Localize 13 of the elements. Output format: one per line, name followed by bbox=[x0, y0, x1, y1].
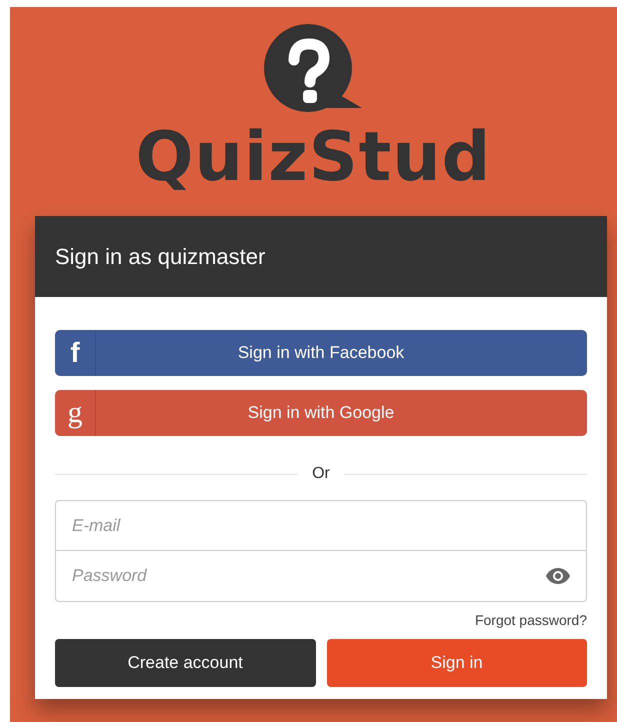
divider-label: Or bbox=[311, 464, 331, 484]
password-input[interactable]: Password bbox=[72, 556, 546, 596]
eye-icon[interactable] bbox=[546, 568, 570, 584]
email-input[interactable]: E-mail bbox=[72, 506, 570, 546]
card-title: Sign in as quizmaster bbox=[55, 243, 266, 271]
google-button[interactable]: g Sign in with Google bbox=[55, 390, 587, 436]
password-field[interactable]: Password bbox=[55, 551, 587, 602]
facebook-button[interactable]: f Sign in with Facebook bbox=[55, 330, 587, 376]
create-account-button[interactable]: Create account bbox=[55, 639, 316, 687]
email-field[interactable]: E-mail bbox=[55, 500, 587, 551]
forgot-password-link[interactable]: Forgot password? bbox=[474, 610, 587, 631]
sign-in-button[interactable]: Sign in bbox=[326, 639, 587, 687]
logo-text: QuizStud bbox=[136, 122, 492, 194]
